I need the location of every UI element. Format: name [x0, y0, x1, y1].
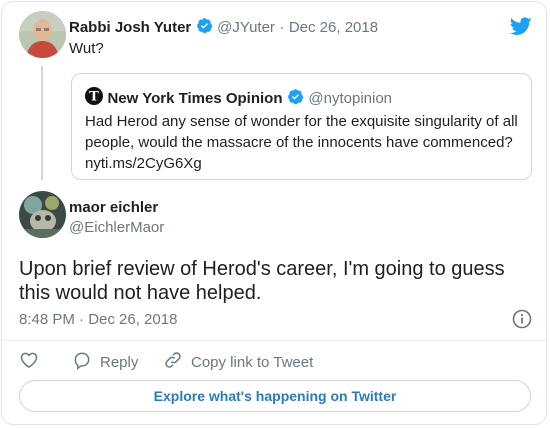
svg-text:T: T — [89, 90, 99, 105]
reply-button[interactable]: Reply — [72, 350, 138, 374]
parent-tweet-text: Wut? — [69, 40, 104, 57]
like-button[interactable] — [19, 350, 39, 374]
separator-dot: · — [279, 19, 285, 36]
quoted-text-line-2: people, would the massacre of the innoce… — [85, 134, 513, 151]
main-tweet-text: Upon brief review of Herod's career, I'm… — [19, 257, 505, 305]
avatar-rabbi-josh-yuter[interactable] — [19, 11, 66, 58]
copy-link-label: Copy link to Tweet — [191, 353, 314, 371]
verified-badge-icon — [287, 88, 304, 110]
quoted-tweet-text: Had Herod any sense of wonder for the ex… — [85, 111, 518, 174]
actions-divider — [2, 340, 548, 341]
quoted-tweet-header: T New York Times Opinion @nytopinion — [85, 87, 392, 110]
thread-connector-line — [41, 66, 43, 180]
reply-label: Reply — [100, 353, 139, 371]
quoted-text-line-1: Had Herod any sense of wonder for the ex… — [85, 113, 518, 130]
twitter-bird-icon[interactable] — [509, 17, 532, 41]
quoted-author-handle[interactable]: @nytopinion — [308, 90, 392, 107]
tweet-date[interactable]: Dec 26, 2018 — [289, 19, 378, 36]
explore-twitter-button[interactable]: Explore what's happening on Twitter — [19, 380, 531, 412]
main-author-handle[interactable]: @EichlerMaor — [69, 219, 164, 236]
copy-link-button[interactable]: Copy link to Tweet — [163, 350, 313, 374]
quoted-tweet-link[interactable]: nyti.ms/2CyG6Xg — [85, 153, 518, 174]
avatar-maor-eichler[interactable] — [19, 191, 66, 238]
reply-icon — [72, 350, 92, 374]
explore-label: Explore what's happening on Twitter — [153, 388, 397, 404]
link-icon — [163, 350, 183, 374]
main-text-line-2: this would not have helped. — [19, 282, 262, 304]
embedded-tweet-card: Rabbi Josh Yuter @JYuter · Dec 26, 2018 … — [1, 1, 548, 425]
info-icon[interactable] — [512, 309, 532, 334]
verified-badge-icon — [196, 17, 213, 39]
author-name[interactable]: Rabbi Josh Yuter — [69, 19, 191, 36]
main-text-line-1: Upon brief review of Herod's career, I'm… — [19, 258, 505, 280]
main-author-name[interactable]: maor eichler — [69, 199, 158, 216]
heart-icon — [19, 350, 39, 374]
nyt-logo-icon: T — [85, 87, 103, 110]
author-handle[interactable]: @JYuter — [217, 19, 275, 36]
main-tweet-timestamp[interactable]: 8:48 PM · Dec 26, 2018 — [19, 311, 177, 328]
quoted-tweet[interactable]: T New York Times Opinion @nytopinion Had… — [71, 73, 532, 180]
parent-tweet-header: Rabbi Josh Yuter @JYuter · Dec 26, 2018 — [69, 17, 378, 39]
quoted-author-name[interactable]: New York Times Opinion — [107, 90, 282, 107]
